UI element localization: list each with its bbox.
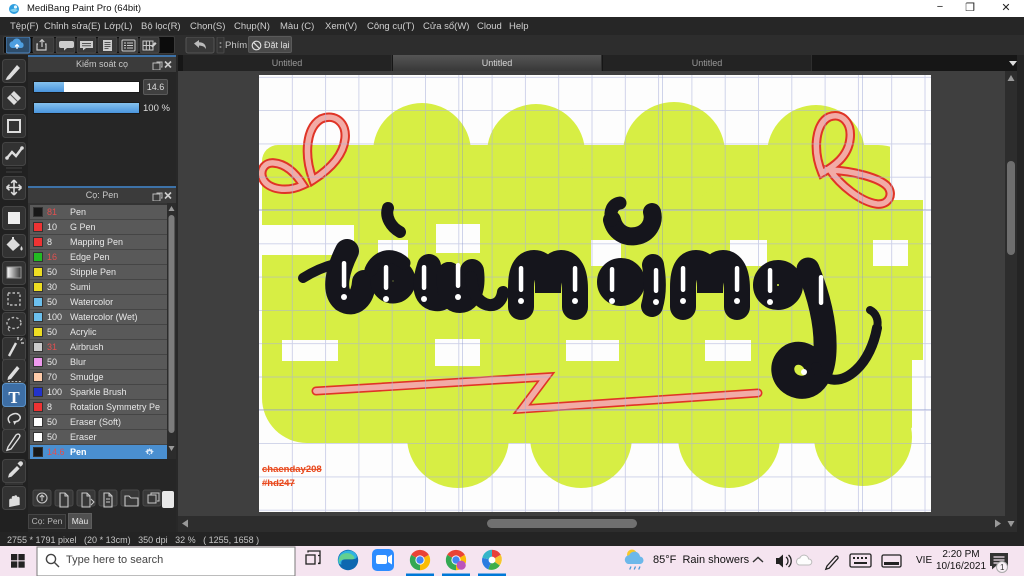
svg-text:chaenday208: chaenday208 [262,464,322,475]
svg-text:T: T [8,388,20,407]
svg-text:#hd247: #hd247 [262,478,295,489]
